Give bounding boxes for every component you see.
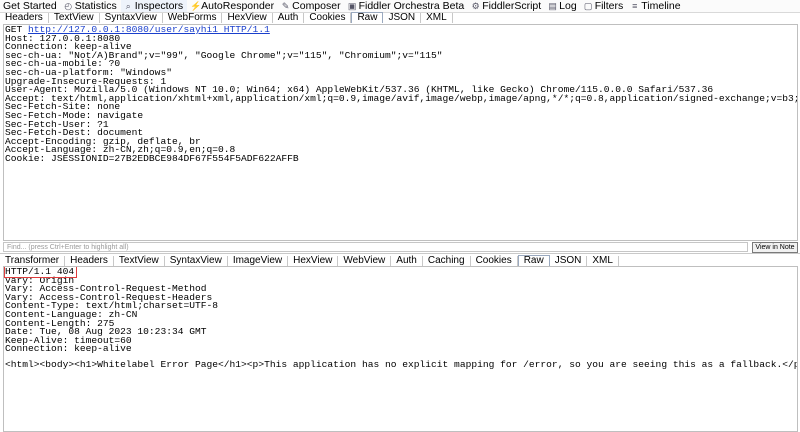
response-tab-hexview[interactable]: HexView	[288, 256, 339, 266]
top-tab-inspectors[interactable]: ⌕ Inspectors	[120, 0, 188, 12]
response-tab-caching[interactable]: Caching	[423, 256, 471, 266]
request-tab-auth[interactable]: Auth	[273, 13, 305, 23]
response-tab-imageview[interactable]: ImageView	[228, 256, 289, 266]
fiddlerscript-icon: ⚙	[471, 0, 480, 11]
autoresponder-icon: ⚡	[190, 0, 202, 11]
top-tab-label: Log	[559, 0, 577, 12]
top-tab-label: Statistics	[74, 0, 117, 12]
response-tab-strip: Transformer Headers TextView SyntaxView Imag…	[0, 255, 800, 266]
response-tab-auth[interactable]: Auth	[391, 256, 423, 266]
response-tab-headers[interactable]: Headers	[65, 256, 114, 266]
response-tab-json[interactable]: JSON	[550, 256, 588, 266]
response-tab-textview[interactable]: TextView	[114, 256, 165, 266]
top-tab-autoresponder[interactable]: ⚡ AutoResponder	[187, 0, 278, 12]
request-header-line: Accept: text/html,application/xhtml+xml,…	[5, 92, 798, 104]
view-in-notepad-button[interactable]: View in Note	[752, 242, 798, 253]
request-tab-xml[interactable]: XML	[421, 13, 453, 23]
top-tab-label: Inspectors	[134, 0, 184, 12]
top-tab-label: FiddlerScript	[482, 0, 542, 12]
request-first-line: GET http://127.0.0.1:8080/user/sayhi1 HT…	[5, 25, 797, 35]
top-tab-composer[interactable]: ✎ Composer	[278, 0, 344, 12]
top-tab-fiddlerscript[interactable]: ⚙ FiddlerScript	[468, 0, 545, 12]
splitter[interactable]	[0, 253, 800, 254]
response-tab-raw[interactable]: Raw	[517, 255, 550, 266]
top-tab-label: Get Started	[3, 0, 57, 12]
request-tab-webforms[interactable]: WebForms	[163, 13, 223, 23]
request-tab-raw[interactable]: Raw	[351, 12, 384, 23]
top-tab-get-started[interactable]: Get Started	[0, 0, 61, 12]
filters-icon: ▢	[583, 0, 593, 11]
request-tab-strip: Headers TextView SyntaxView WebForms HexView…	[0, 12, 800, 23]
timeline-icon: ≡	[632, 0, 638, 11]
top-tab-label: AutoResponder	[201, 0, 275, 12]
inspectors-icon: ⌕	[125, 0, 131, 11]
response-tab-xml[interactable]: XML	[587, 256, 619, 266]
log-icon: ▤	[548, 0, 557, 11]
request-raw-view[interactable]: GET http://127.0.0.1:8080/user/sayhi1 HT…	[3, 24, 798, 241]
request-tab-json[interactable]: JSON	[383, 13, 422, 23]
top-tab-label: Timeline	[641, 0, 681, 12]
response-tab-transformer[interactable]: Transformer	[0, 256, 66, 266]
response-raw-view[interactable]: HTTP/1.1 404 Vary: Origin Vary: Access-Co…	[3, 266, 798, 432]
response-tab-syntaxview[interactable]: SyntaxView	[165, 256, 228, 266]
response-tab-cookies[interactable]: Cookies	[471, 256, 518, 266]
response-body: <html><body><h1>Whitelabel Error Page</h…	[5, 358, 798, 370]
top-tab-log[interactable]: ▤ Log	[545, 0, 581, 12]
request-header-line: sec-ch-ua: "Not/A)Brand";v="99", "Google…	[5, 49, 443, 61]
request-header-line: Sec-Fetch-Mode: navigate	[5, 109, 144, 121]
response-header-line: Content-Language: zh-CN	[5, 308, 138, 320]
response-header-line: Connection: keep-alive	[5, 343, 132, 355]
response-tab-webview[interactable]: WebView	[338, 256, 392, 266]
request-find-input[interactable]: Find... (press Ctrl+Enter to highlight a…	[3, 242, 748, 252]
statistics-icon: ◴	[64, 0, 73, 11]
top-tab-fiddler-orchestra-beta[interactable]: ▣ Fiddler Orchestra Beta	[345, 0, 469, 12]
request-tab-syntaxview[interactable]: SyntaxView	[100, 13, 163, 23]
top-tab-label: Filters	[594, 0, 624, 12]
request-tab-cookies[interactable]: Cookies	[304, 13, 352, 23]
top-tab-label: Composer	[292, 0, 341, 12]
request-tab-hexview[interactable]: HexView	[222, 13, 273, 23]
request-header-line: Cookie: JSESSIONID=27B2EDBCE984DF67F554F…	[5, 152, 299, 164]
fiddler-orchestra-icon: ▣	[347, 0, 357, 11]
top-tab-filters[interactable]: ▢ Filters	[581, 0, 628, 12]
top-tab-label: Fiddler Orchestra Beta	[358, 0, 465, 12]
top-tab-statistics[interactable]: ◴ Statistics	[61, 0, 121, 12]
request-tab-headers[interactable]: Headers	[0, 13, 49, 23]
composer-icon: ✎	[281, 0, 290, 11]
request-tab-textview[interactable]: TextView	[49, 13, 100, 23]
top-tab-timeline[interactable]: ≡ Timeline	[627, 0, 684, 12]
